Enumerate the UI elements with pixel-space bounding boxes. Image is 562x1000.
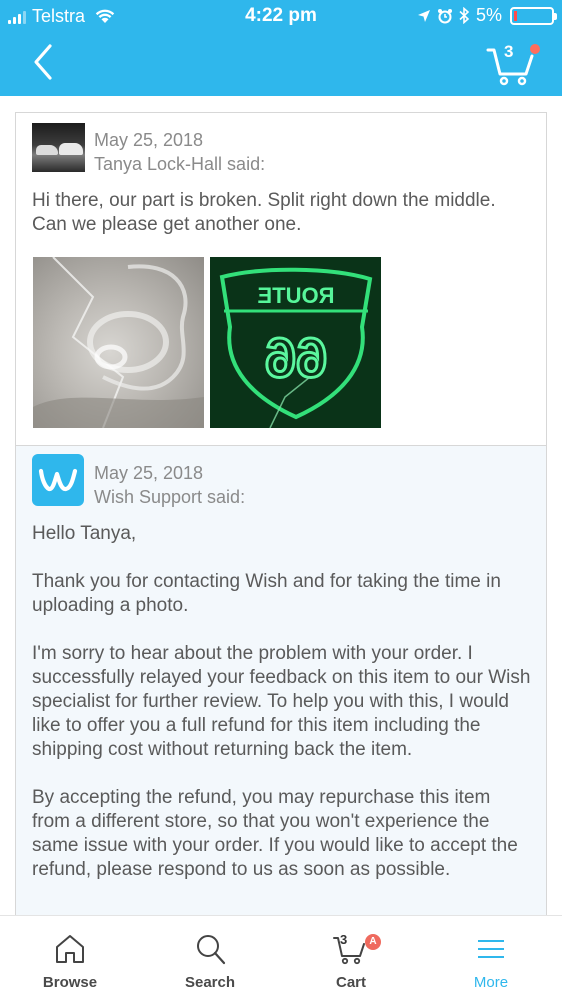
back-button[interactable] (28, 42, 58, 82)
bottom-tab-bar: Browse Search 3 A Cart More (0, 915, 562, 1000)
message-paragraph: Hello Tanya, (32, 523, 137, 544)
battery-icon (510, 6, 557, 25)
tab-more[interactable]: More (421, 916, 561, 1000)
top-bar: Telstra 4:22 pm 5% 3 (0, 0, 562, 96)
attachment-photo-neon-sign[interactable]: ROUTE 66 (210, 257, 381, 428)
battery-percent: 5% (475, 5, 502, 25)
location-icon (417, 9, 430, 22)
message-meta: May 25, 2018 Wish Support said: (94, 461, 245, 509)
cart-icon (333, 937, 365, 965)
header-cart-button[interactable]: 3 (486, 40, 542, 88)
tab-search[interactable]: Search (140, 916, 280, 1000)
tab-label: Search (184, 974, 236, 991)
svg-text:ROUTE: ROUTE (258, 283, 335, 308)
home-icon (56, 935, 84, 963)
neon-sign-image: ROUTE 66 (210, 257, 381, 428)
message-support: May 25, 2018 Wish Support said: Hello Ta… (16, 446, 546, 915)
chevron-left-icon (34, 44, 52, 80)
message-body: Hi there, our part is broken. Split righ… (24, 177, 538, 237)
wish-logo-icon (38, 468, 78, 492)
attachments: ROUTE 66 (24, 237, 538, 428)
message-author: Wish Support said: (94, 487, 246, 507)
avatar (32, 123, 85, 172)
tab-label: Browse (42, 974, 98, 991)
message-date: May 25, 2018 (94, 463, 204, 483)
svg-text:66: 66 (265, 326, 327, 389)
message-body: Hello Tanya, Thank you for contacting Wi… (24, 510, 538, 882)
message-paragraph: Hi there, our part is broken. Split righ… (32, 190, 496, 235)
message-author: Tanya Lock-Hall said: (94, 154, 266, 174)
tab-browse[interactable]: Browse (0, 916, 140, 1000)
cart-count: 3 (504, 42, 514, 61)
alarm-icon (437, 8, 452, 23)
search-icon (197, 935, 226, 965)
attachment-photo-broken-sign[interactable] (33, 257, 204, 428)
tab-label: More (473, 974, 509, 991)
message-paragraph: By accepting the refund, you may repurch… (32, 787, 518, 880)
notification-dot (530, 44, 540, 54)
message-meta: May 25, 2018 Tanya Lock-Hall said: (94, 128, 265, 176)
tab-cart[interactable]: 3 A Cart (281, 916, 421, 1000)
tab-cart-count: 3 (340, 932, 348, 947)
status-right: 5% (417, 5, 557, 26)
message-header: May 25, 2018 Wish Support said: (24, 446, 538, 510)
status-bar: Telstra 4:22 pm 5% (0, 0, 562, 32)
support-conversation[interactable]: May 25, 2018 Tanya Lock-Hall said: Hi th… (15, 112, 547, 915)
message-paragraph: Thank you for contacting Wish and for ta… (32, 571, 501, 616)
broken-sign-image (33, 257, 204, 428)
message-date: May 25, 2018 (94, 130, 204, 150)
wish-logo-avatar (32, 454, 84, 506)
menu-icon (478, 940, 504, 958)
tab-label: Cart (335, 974, 366, 991)
message-header: May 25, 2018 Tanya Lock-Hall said: (24, 113, 538, 177)
message-paragraph: I'm sorry to hear about the problem with… (32, 643, 531, 760)
cart-badge: A (365, 934, 381, 950)
message-customer: May 25, 2018 Tanya Lock-Hall said: Hi th… (16, 113, 546, 446)
bluetooth-icon (459, 7, 470, 24)
